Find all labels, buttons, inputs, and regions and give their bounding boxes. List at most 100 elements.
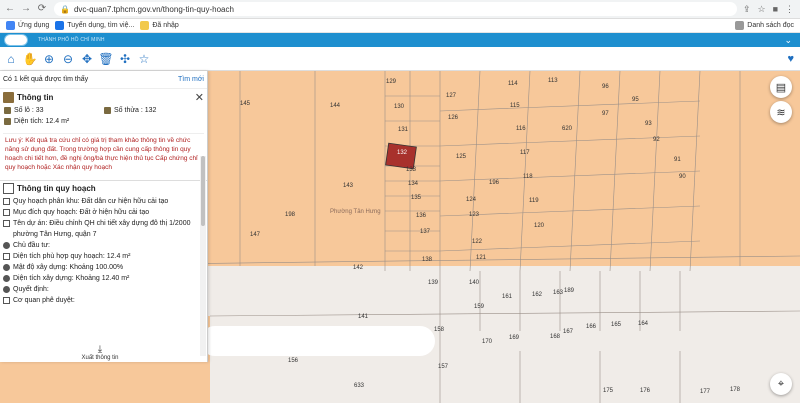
lot-label: 93 <box>645 121 652 127</box>
lot-label: 141 <box>358 314 369 320</box>
lot-label: 131 <box>398 127 409 133</box>
reload-icon[interactable]: ⟳ <box>36 3 48 15</box>
area-value: Diện tích: 12.4 m² <box>14 118 70 125</box>
result-row: Có 1 kết quả được tìm thấy Tìm mới <box>0 71 207 89</box>
lot-label: 96 <box>602 84 609 90</box>
layers-share-icon[interactable]: ✣ <box>117 51 133 67</box>
book-icon <box>3 198 10 205</box>
measure-icon[interactable]: ✥ <box>79 51 95 67</box>
export-button[interactable]: ⤓ Xuất thông tin <box>60 344 140 361</box>
lot-label: 633 <box>354 383 365 389</box>
lot-label: 163 <box>553 290 564 296</box>
lot-label: 159 <box>474 304 485 310</box>
plan-row: Diện tích phù hợp quy hoạch: 12.4 m² <box>0 251 207 262</box>
menu-dots-icon[interactable]: ⋮ <box>785 4 794 15</box>
lot-label: 90 <box>679 174 686 180</box>
warning-note: Lưu ý: Kết quả tra cứu chỉ có giá trị th… <box>3 133 204 174</box>
lot-label: 132 <box>397 150 408 156</box>
info-title: Thông tin <box>17 92 54 102</box>
map-toolbar: ⌂ ✋ ⊕ ⊖ ✥ 🗑 ✣ ☆ ♥ <box>0 47 800 71</box>
lot-label: 144 <box>330 103 341 109</box>
folder-icon <box>140 21 150 30</box>
lot-label: 125 <box>456 154 467 160</box>
star-icon[interactable]: ☆ <box>757 4 765 15</box>
delete-icon[interactable]: 🗑 <box>98 51 114 67</box>
book-icon <box>3 209 10 216</box>
layers-icon[interactable]: ≋ <box>770 101 792 123</box>
lot-label: 114 <box>508 81 518 87</box>
lot-label: 136 <box>416 213 427 219</box>
lot-label: 139 <box>428 280 439 286</box>
address-text: dvc-quan7.tphcm.gov.vn/thong-tin-quy-hoa… <box>73 4 234 14</box>
lot-label: 162 <box>532 292 543 298</box>
lot-label: 123 <box>469 212 480 218</box>
list-icon <box>735 21 745 30</box>
book-icon <box>104 107 111 114</box>
lot-label: 157 <box>438 364 449 370</box>
plan-row: Quy hoạch phân khu: Đất dân cư hiện hữu … <box>0 196 207 207</box>
heart-icon[interactable]: ♥ <box>787 53 794 65</box>
lot-label: 165 <box>611 322 622 328</box>
apps-icon <box>6 21 15 30</box>
parcel-number: Số thửa : 132 <box>114 107 157 114</box>
info-icon <box>3 286 10 293</box>
plan-row: Tên dự án: Điều chỉnh QH chi tiết xây dự… <box>0 218 207 229</box>
lot-label: 121 <box>476 255 487 261</box>
plan-section-header: Thông tin quy hoạch <box>0 180 207 196</box>
lot-label: 135 <box>411 195 422 201</box>
bookmark-apps[interactable]: Ứng dụng <box>6 21 49 30</box>
lot-row: Số lô : 33 Số thửa : 132 <box>0 105 207 116</box>
back-icon[interactable]: ← <box>4 3 16 15</box>
panel-scrollbar[interactable] <box>200 156 206 356</box>
bookmarks-bar: Ứng dụng Tuyển dụng, tìm việ... Đã nhập … <box>0 19 800 33</box>
lot-label: 170 <box>482 339 493 345</box>
pan-hand-icon[interactable]: ✋ <box>22 51 38 67</box>
lot-label: 175 <box>603 388 614 394</box>
chevron-down-icon[interactable]: ⌄ <box>784 35 792 46</box>
lot-label: 196 <box>489 180 500 186</box>
info-icon <box>3 242 10 249</box>
plan-row: Mật độ xây dựng: Khoảng 100.00% <box>0 262 207 273</box>
lot-label: 189 <box>564 288 575 294</box>
zoom-in-icon[interactable]: ⊕ <box>41 51 57 67</box>
plan-row: Quyết định: <box>0 284 207 295</box>
lot-label: 118 <box>523 174 533 180</box>
share-icon[interactable]: ⇪ <box>743 4 751 15</box>
info-section-header: Thông tin ✕ <box>0 89 207 105</box>
bookmark-imported[interactable]: Đã nhập <box>140 21 179 30</box>
info-panel: Có 1 kết quả được tìm thấy Tìm mới Thông… <box>0 71 208 362</box>
new-search-link[interactable]: Tìm mới <box>178 76 204 83</box>
book-icon <box>4 107 11 114</box>
zoom-out-icon[interactable]: ⊖ <box>60 51 76 67</box>
bookmark-jobs[interactable]: Tuyển dụng, tìm việ... <box>55 21 134 30</box>
close-icon[interactable]: ✕ <box>195 91 204 104</box>
reading-list[interactable]: Danh sách đọc <box>735 21 794 30</box>
locate-icon[interactable]: ⌖ <box>770 373 792 395</box>
lot-label: 176 <box>640 388 651 394</box>
lot-number: Số lô : 33 <box>14 107 44 114</box>
site-logo[interactable] <box>4 34 28 46</box>
extension-icon[interactable]: ■ <box>773 4 778 15</box>
site-icon <box>55 21 65 30</box>
lot-label: 164 <box>638 321 649 327</box>
lot-label: 142 <box>353 265 364 271</box>
home-icon[interactable]: ⌂ <box>3 51 19 67</box>
map-icon <box>3 183 14 194</box>
lot-label: 117 <box>520 150 530 156</box>
address-field[interactable]: 🔒 dvc-quan7.tphcm.gov.vn/thong-tin-quy-h… <box>54 2 737 16</box>
export-label: Xuất thông tin <box>81 355 119 361</box>
highlighted-parcel <box>385 142 417 170</box>
legend-icon[interactable]: ▤ <box>770 76 792 98</box>
lot-label: 120 <box>534 223 545 229</box>
lot-label: 122 <box>472 239 483 245</box>
scrollbar-thumb[interactable] <box>201 156 205 226</box>
favorite-icon[interactable]: ☆ <box>136 51 152 67</box>
lot-label: 143 <box>343 183 354 189</box>
forward-icon[interactable]: → <box>20 3 32 15</box>
lot-label: 92 <box>653 137 660 143</box>
lot-label: 177 <box>700 389 711 395</box>
plan-row: Diện tích xây dựng: Khoảng 12.40 m² <box>0 273 207 284</box>
info-icon <box>3 275 10 282</box>
lot-label: 126 <box>448 115 459 121</box>
lock-icon: 🔒 <box>60 4 70 14</box>
